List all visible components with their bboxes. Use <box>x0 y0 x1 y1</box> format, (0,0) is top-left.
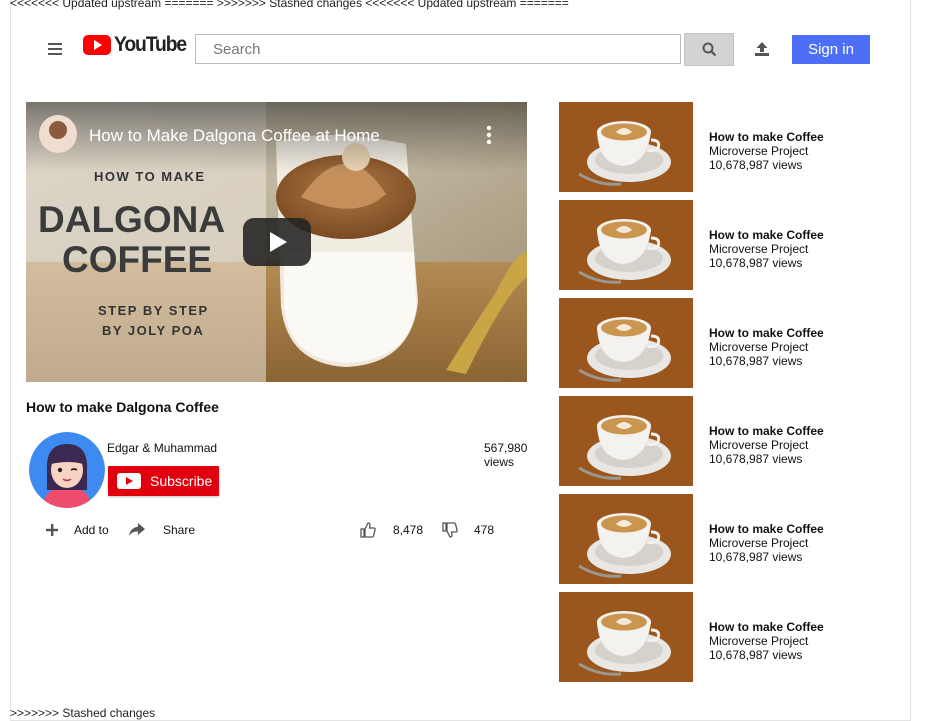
related-video-info: How to make Coffee Microverse Project 10… <box>709 130 824 172</box>
youtube-logo-icon <box>83 35 111 55</box>
search-input[interactable] <box>195 34 681 64</box>
subscribe-button[interactable]: Subscribe <box>108 466 219 496</box>
search-button[interactable] <box>684 33 734 66</box>
related-video-item[interactable]: How to make Coffee Microverse Project 10… <box>559 494 889 584</box>
related-video-title[interactable]: How to make Coffee <box>709 228 824 242</box>
dislike-button[interactable]: 478 <box>441 521 494 539</box>
thumbs-up-icon <box>359 521 377 539</box>
related-video-views: 10,678,987 views <box>709 648 803 662</box>
related-video-thumbnail[interactable] <box>559 396 693 486</box>
related-video-info: How to make Coffee Microverse Project 10… <box>709 620 824 662</box>
related-video-channel: Microverse Project <box>709 536 809 550</box>
related-video-thumbnail[interactable] <box>559 592 693 682</box>
share-label: Share <box>163 523 196 537</box>
related-video-item[interactable]: How to make Coffee Microverse Project 10… <box>559 200 889 290</box>
plus-icon <box>43 521 61 539</box>
add-to-button[interactable]: Add to <box>43 521 109 539</box>
thumb-text-line4: STEP BY STEP <box>98 303 209 318</box>
upload-icon[interactable] <box>753 40 771 58</box>
related-video-title[interactable]: How to make Coffee <box>709 522 824 536</box>
related-video-item[interactable]: How to make Coffee Microverse Project 10… <box>559 592 889 682</box>
youtube-logo[interactable]: YouTube <box>83 33 192 57</box>
thumb-text-line5: BY JOLY POA <box>102 323 204 338</box>
thumbs-down-icon <box>441 521 459 539</box>
related-video-channel: Microverse Project <box>709 438 809 452</box>
video-views: 567,980 views <box>484 441 528 469</box>
merge-conflict-marker-top: <<<<<<< Updated upstream ======= >>>>>>>… <box>10 0 569 10</box>
thumb-text-line2: DALGONA <box>38 199 225 240</box>
like-count: 8,478 <box>393 523 424 537</box>
related-video-info: How to make Coffee Microverse Project 10… <box>709 326 824 368</box>
video-title: How to make Dalgona Coffee <box>26 399 219 415</box>
related-videos-list: How to make Coffee Microverse Project 10… <box>559 102 889 690</box>
channel-avatar[interactable] <box>29 432 105 508</box>
sign-in-button[interactable]: Sign in <box>792 35 870 64</box>
related-video-thumbnail[interactable] <box>559 494 693 584</box>
related-video-title[interactable]: How to make Coffee <box>709 424 824 438</box>
youtube-play-icon <box>117 473 141 489</box>
related-video-views: 10,678,987 views <box>709 550 803 564</box>
logo-text: YouTube <box>114 33 187 56</box>
related-video-channel: Microverse Project <box>709 242 809 256</box>
search-icon <box>702 42 716 57</box>
channel-name[interactable]: Edgar & Muhammad <box>107 441 217 455</box>
related-video-thumbnail[interactable] <box>559 298 693 388</box>
add-to-label: Add to <box>74 523 109 537</box>
thumb-text-line1: HOW TO MAKE <box>94 169 206 184</box>
share-icon <box>128 521 146 539</box>
related-video-item[interactable]: How to make Coffee Microverse Project 10… <box>559 298 889 388</box>
related-video-thumbnail[interactable] <box>559 102 693 192</box>
related-video-item[interactable]: How to make Coffee Microverse Project 10… <box>559 396 889 486</box>
related-video-title[interactable]: How to make Coffee <box>709 130 824 144</box>
related-video-info: How to make Coffee Microverse Project 10… <box>709 228 824 270</box>
thumb-text-line3: COFFEE <box>62 239 212 280</box>
related-video-thumbnail[interactable] <box>559 200 693 290</box>
video-player[interactable]: How to Make Dalgona Coffee at Home HOW T… <box>26 102 527 382</box>
related-video-item[interactable]: How to make Coffee Microverse Project 10… <box>559 102 889 192</box>
dislike-count: 478 <box>474 523 495 537</box>
share-button[interactable]: Share <box>128 521 195 539</box>
related-video-title[interactable]: How to make Coffee <box>709 620 824 634</box>
subscribe-label: Subscribe <box>150 473 213 489</box>
related-video-channel: Microverse Project <box>709 634 809 648</box>
related-video-views: 10,678,987 views <box>709 354 803 368</box>
related-video-info: How to make Coffee Microverse Project 10… <box>709 522 824 564</box>
merge-conflict-marker-bottom: >>>>>>> Stashed changes <box>10 706 156 720</box>
hamburger-icon[interactable] <box>48 43 62 55</box>
related-video-views: 10,678,987 views <box>709 452 803 466</box>
like-button[interactable]: 8,478 <box>359 521 423 539</box>
related-video-channel: Microverse Project <box>709 144 809 158</box>
play-button[interactable] <box>243 218 311 266</box>
related-video-views: 10,678,987 views <box>709 256 803 270</box>
related-video-views: 10,678,987 views <box>709 158 803 172</box>
related-video-title[interactable]: How to make Coffee <box>709 326 824 340</box>
more-vertical-icon[interactable] <box>486 125 492 145</box>
related-video-channel: Microverse Project <box>709 340 809 354</box>
player-overlay-title: How to Make Dalgona Coffee at Home <box>89 126 380 145</box>
related-video-info: How to make Coffee Microverse Project 10… <box>709 424 824 466</box>
